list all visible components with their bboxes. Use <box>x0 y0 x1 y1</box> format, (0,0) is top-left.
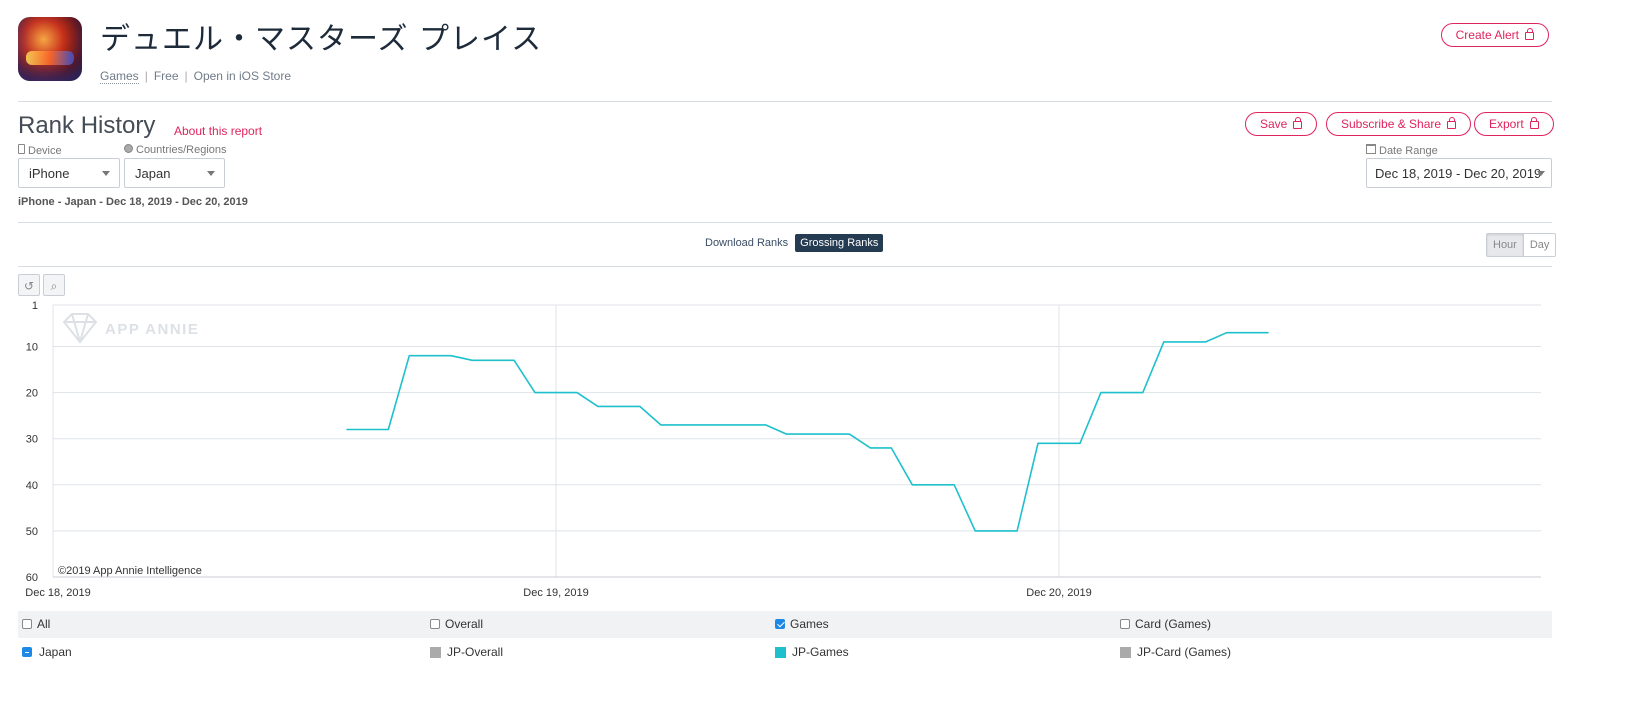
series-jp-games <box>346 331 1269 532</box>
legend-jp-overall-label: JP-Overall <box>447 645 504 659</box>
y-tick-label: 1 <box>32 300 38 312</box>
export-button[interactable]: Export <box>1474 112 1554 136</box>
chart-grid <box>52 304 1541 578</box>
divider <box>18 266 1552 267</box>
y-tick-label: 20 <box>26 388 38 400</box>
x-axis: Dec 18, 2019 Dec 19, 2019 Dec 20, 2019 <box>25 587 1091 599</box>
checkbox-checked-icon[interactable] <box>775 619 785 629</box>
date-range-label: Date Range <box>1366 144 1438 157</box>
category-link[interactable]: Games <box>100 69 139 84</box>
app-icon <box>18 17 82 81</box>
app-meta: Games | Free | Open in iOS Store <box>100 69 291 84</box>
tab-download-ranks[interactable]: Download Ranks <box>700 234 793 252</box>
filter-games-label: Games <box>790 617 829 631</box>
tab-grossing-ranks[interactable]: Grossing Ranks <box>795 234 884 252</box>
divider <box>18 101 1552 102</box>
device-label-text: Device <box>28 145 62 157</box>
divider <box>18 222 1552 223</box>
lock-icon <box>1525 28 1534 40</box>
filter-overall-label: Overall <box>445 617 484 631</box>
filter-card-games-label: Card (Games) <box>1135 617 1212 631</box>
price-label: Free <box>153 69 179 83</box>
y-tick-label: 40 <box>26 480 38 492</box>
legend-jp-games-label: JP-Games <box>792 645 849 659</box>
checkbox-partial-icon[interactable] <box>22 647 32 657</box>
country-select[interactable]: Japan <box>124 158 225 188</box>
legend-jp-card-games[interactable]: JP-Card (Games) <box>1120 645 1231 659</box>
device-select[interactable]: iPhone <box>18 158 120 188</box>
checkbox-icon[interactable] <box>1120 619 1130 629</box>
x-tick-label: Dec 18, 2019 <box>25 587 90 599</box>
date-range-select[interactable]: Dec 18, 2019 - Dec 20, 2019 <box>1366 158 1552 188</box>
filter-games[interactable]: Games <box>775 617 829 631</box>
y-tick-label: 60 <box>26 572 38 584</box>
report-subtitle: iPhone - Japan - Dec 18, 2019 - Dec 20, … <box>18 196 248 208</box>
date-range-value: Dec 18, 2019 - Dec 20, 2019 <box>1375 166 1542 181</box>
meta-separator: | <box>184 69 188 83</box>
chart-copyright: ©2019 App Annie Intelligence <box>58 565 202 577</box>
globe-icon <box>124 144 133 153</box>
x-tick-label: Dec 19, 2019 <box>523 587 588 599</box>
filter-all-label: All <box>37 617 51 631</box>
checkbox-icon[interactable] <box>22 619 32 629</box>
day-toggle[interactable]: Day <box>1522 234 1556 256</box>
app-title: デュエル・マスターズ プレイス <box>100 22 543 57</box>
legend-japan-label: Japan <box>39 645 72 659</box>
export-label: Export <box>1489 117 1524 131</box>
lock-icon <box>1529 117 1539 129</box>
save-label: Save <box>1260 117 1288 131</box>
x-tick-label: Dec 20, 2019 <box>1026 587 1091 599</box>
countries-label: Countries/Regions <box>124 144 227 156</box>
filter-all[interactable]: All <box>22 617 50 631</box>
rank-type-tabs: Download Ranks Grossing Ranks <box>700 234 884 252</box>
diamond-logo-icon <box>62 313 98 344</box>
chevron-down-icon <box>102 171 110 176</box>
swatch-icon <box>775 646 786 658</box>
report-title: Rank History <box>18 112 156 139</box>
app-icon-artwork <box>26 51 74 65</box>
legend-jp-games[interactable]: JP-Games <box>775 645 849 659</box>
chevron-down-icon <box>207 171 215 176</box>
lock-icon <box>1293 117 1303 129</box>
meta-separator: | <box>144 69 148 83</box>
lock-icon <box>1447 117 1457 129</box>
y-axis: 1 10 20 30 40 50 60 <box>26 300 38 584</box>
chevron-down-icon <box>1537 171 1545 176</box>
app-annie-watermark: APP ANNIE <box>62 313 199 344</box>
legend-jp-overall[interactable]: JP-Overall <box>430 645 503 659</box>
subscribe-share-button[interactable]: Subscribe & Share <box>1326 112 1472 136</box>
swatch-icon <box>1120 646 1131 658</box>
checkbox-icon[interactable] <box>430 619 440 629</box>
reset-icon[interactable]: ↺ <box>18 274 40 296</box>
filter-overall[interactable]: Overall <box>430 617 483 631</box>
device-value: iPhone <box>29 166 70 181</box>
device-label: Device <box>18 144 62 157</box>
store-link[interactable]: Open in iOS Store <box>194 69 291 83</box>
watermark-text: APP ANNIE <box>105 321 199 338</box>
subscribe-label: Subscribe & Share <box>1341 117 1442 131</box>
legend-japan[interactable]: Japan <box>22 645 72 659</box>
zoom-icon[interactable]: ⌕ <box>43 274 65 296</box>
y-tick-label: 50 <box>26 526 38 538</box>
create-alert-button[interactable]: Create Alert <box>1440 23 1549 47</box>
y-tick-label: 30 <box>26 434 38 446</box>
swatch-icon <box>430 646 441 658</box>
about-report-link[interactable]: About this report <box>174 124 262 138</box>
device-icon <box>18 144 25 154</box>
filter-card-games[interactable]: Card (Games) <box>1120 617 1211 631</box>
series-line-jp-games <box>346 331 1269 532</box>
calendar-icon <box>1366 144 1376 154</box>
legend-jp-card-games-label: JP-Card (Games) <box>1137 645 1232 659</box>
y-tick-label: 10 <box>26 341 38 353</box>
date-range-label-text: Date Range <box>1379 145 1438 157</box>
create-alert-label: Create Alert <box>1455 28 1519 42</box>
rank-history-chart: APP ANNIE 1102030405060 Dec 18, 2019 Dec … <box>25 300 1541 599</box>
countries-label-text: Countries/Regions <box>136 144 227 156</box>
country-value: Japan <box>135 166 171 181</box>
hour-toggle[interactable]: Hour <box>1487 234 1523 256</box>
granularity-toggle: Hour Day <box>1486 233 1557 257</box>
save-button[interactable]: Save <box>1245 112 1318 136</box>
